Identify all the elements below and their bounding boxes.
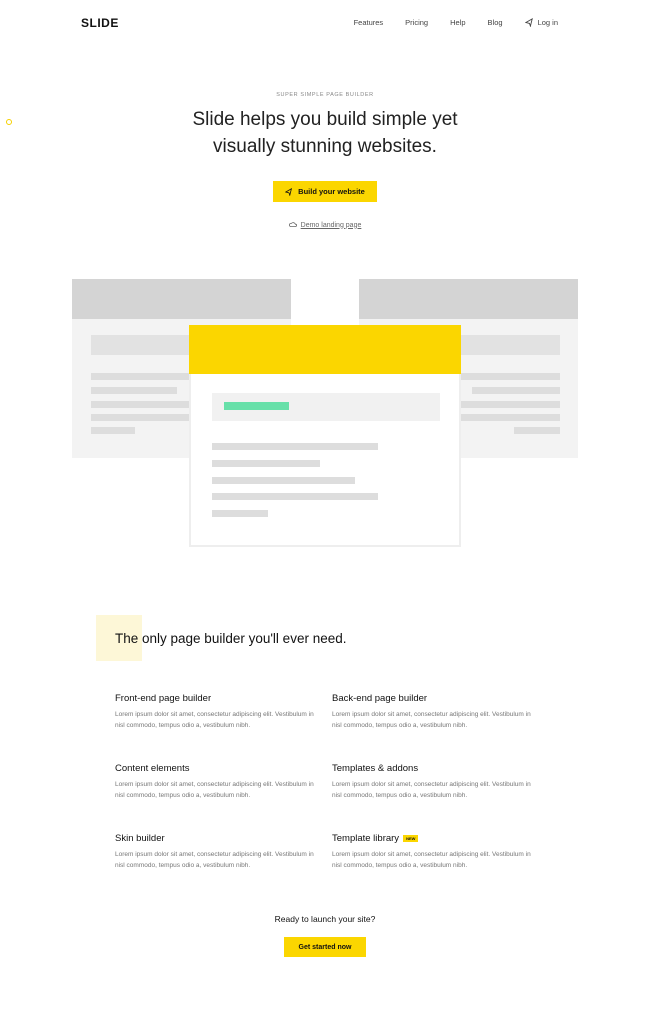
logo[interactable]: SLIDE [81, 16, 119, 30]
cloud-icon [288, 222, 297, 227]
nav-help[interactable]: Help [450, 18, 465, 27]
headline-line-1: Slide helps you build simple yet [192, 109, 458, 130]
feature-templates-addons: Templates & addons Lorem ipsum dolor sit… [332, 763, 537, 801]
feature-text: Lorem ipsum dolor sit amet, consectetur … [115, 851, 314, 869]
build-website-button[interactable]: Build your website [273, 181, 377, 202]
cta-text: Ready to launch your site? [274, 914, 376, 924]
demo-landing-link[interactable]: Demo landing page [0, 221, 650, 229]
feature-text: Lorem ipsum dolor sit amet, consectetur … [115, 711, 314, 729]
demo-landing-label: Demo landing page [300, 221, 362, 229]
card-input-block [212, 393, 440, 421]
nav-pricing[interactable]: Pricing [405, 18, 428, 27]
illustration-card-front [189, 325, 461, 547]
card-header-block [189, 325, 461, 374]
feature-text: Lorem ipsum dolor sit amet, consectetur … [332, 851, 531, 869]
feature-content-elements: Content elements Lorem ipsum dolor sit a… [115, 763, 320, 801]
login-label: Log in [537, 18, 558, 27]
card-green-bar [224, 402, 289, 410]
features-title: The only page builder you'll ever need. [115, 631, 347, 646]
feature-title: Template library [332, 833, 400, 844]
feature-title: Front-end page builder [115, 693, 212, 704]
feature-template-library: Template library NEW Lorem ipsum dolor s… [332, 833, 537, 871]
feature-title: Content elements [115, 763, 190, 774]
main-nav: Features Pricing Help Blog Log in [354, 18, 558, 27]
hero-eyebrow: SUPER SIMPLE PAGE BUILDER [276, 92, 374, 98]
feature-text: Lorem ipsum dolor sit amet, consectetur … [115, 781, 314, 799]
login-icon [524, 18, 533, 27]
feature-back-end: Back-end page builder Lorem ipsum dolor … [332, 693, 537, 731]
feature-title: Templates & addons [332, 763, 419, 774]
feature-skin-builder: Skin builder Lorem ipsum dolor sit amet,… [115, 833, 320, 871]
feature-title: Back-end page builder [332, 693, 428, 704]
feature-text: Lorem ipsum dolor sit amet, consectetur … [332, 781, 531, 799]
feature-title: Skin builder [115, 833, 165, 844]
pencil-icon [285, 187, 293, 196]
build-website-label: Build your website [298, 187, 365, 196]
feature-title-row: Template library NEW [332, 833, 537, 844]
feature-text: Lorem ipsum dolor sit amet, consectetur … [332, 711, 531, 729]
login-link[interactable]: Log in [524, 18, 558, 27]
nav-blog[interactable]: Blog [488, 18, 503, 27]
nav-features[interactable]: Features [354, 18, 384, 27]
hero-headline: Slide helps you build simple yet visuall… [0, 106, 650, 160]
new-badge: NEW [403, 835, 419, 842]
feature-front-end: Front-end page builder Lorem ipsum dolor… [115, 693, 320, 731]
get-started-button[interactable]: Get started now [284, 937, 366, 957]
headline-line-2: visually stunning websites. [213, 136, 437, 157]
